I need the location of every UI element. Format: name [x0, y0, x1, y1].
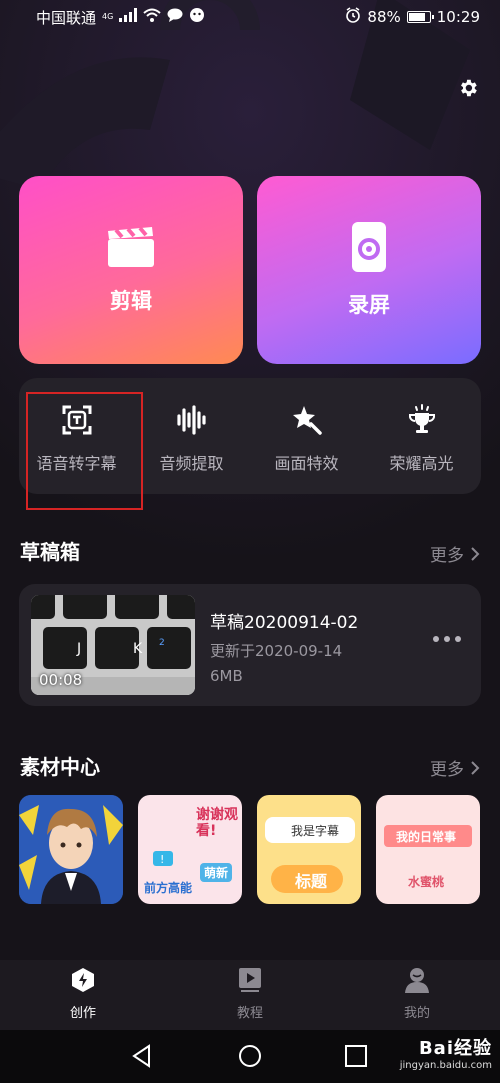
- nav-tutorial[interactable]: 教程: [190, 960, 310, 1030]
- app-notification-icon: [189, 7, 205, 27]
- watermark: Bai经验 jingyan.baidu.com: [400, 1034, 492, 1071]
- alarm-icon: [345, 7, 361, 27]
- home-icon[interactable]: [238, 1044, 262, 1068]
- clapperboard-icon: [108, 226, 154, 267]
- material-text-peach: 水蜜桃: [408, 875, 445, 889]
- carrier-label: 中国联通: [36, 8, 97, 27]
- draft-duration: 00:08: [39, 671, 83, 689]
- material-text-newbie: 萌新: [200, 863, 233, 882]
- edit-card-button[interactable]: 剪辑: [19, 176, 243, 364]
- tool-audio-extract[interactable]: 音频提取: [134, 378, 249, 494]
- gear-icon: [461, 79, 477, 97]
- material-item-peach[interactable]: 我的日常事 水蜜桃: [376, 795, 480, 904]
- profile-person-icon: [405, 968, 429, 993]
- watermark-url: jingyan.baidu.com: [399, 1060, 492, 1071]
- material-text-daily: 我的日常事: [396, 830, 457, 844]
- draft-size: 6MB: [210, 667, 243, 685]
- battery-percent: 88%: [367, 8, 401, 26]
- audio-wave-icon: [176, 405, 206, 435]
- key-label: J: [76, 641, 81, 657]
- material-item-anime[interactable]: [19, 795, 123, 904]
- nav-profile[interactable]: 我的: [357, 960, 477, 1030]
- draft-name: 草稿20200914-02: [210, 613, 359, 633]
- recent-apps-icon[interactable]: [345, 1045, 367, 1067]
- screen-record-card-label: 录屏: [348, 293, 390, 317]
- status-bar: 中国联通 4G 88% 10:29: [0, 0, 500, 34]
- materials-more-link[interactable]: 更多: [430, 755, 480, 780]
- drafts-more-link[interactable]: 更多: [430, 541, 480, 566]
- tool-label: 荣耀高光: [389, 454, 454, 473]
- tool-honor-highlight[interactable]: 荣耀高光: [364, 378, 479, 494]
- material-text-thanks: 谢谢观看!: [196, 807, 238, 839]
- chevron-right-icon: [471, 546, 480, 561]
- nav-label: 我的: [403, 1006, 430, 1021]
- more-label: 更多: [430, 546, 464, 566]
- more-label: 更多: [430, 760, 464, 780]
- tool-visual-effects[interactable]: 画面特效: [249, 378, 364, 494]
- tutorial-play-icon: [239, 968, 261, 992]
- wifi-icon: [143, 8, 161, 26]
- anime-character-image: [19, 795, 123, 904]
- nav-label: 教程: [236, 1006, 263, 1021]
- materials-title: 素材中心: [20, 755, 100, 779]
- chevron-right-icon: [471, 760, 480, 775]
- draft-thumbnail: J K 2 00:08: [31, 595, 195, 695]
- key-label: K: [133, 641, 143, 657]
- battery-icon: [406, 11, 434, 23]
- draft-updated-date: 更新于2020-09-14: [210, 642, 343, 660]
- magic-star-icon: [292, 406, 322, 435]
- material-text-title: 标题: [295, 872, 328, 891]
- settings-button[interactable]: [452, 72, 484, 104]
- draft-item[interactable]: J K 2 00:08 草稿20200914-02 更新于2020-09-14 …: [19, 584, 481, 706]
- material-text-subtitle: 我是字幕: [291, 824, 340, 838]
- signal-icon: [119, 8, 138, 26]
- tv-icon: !: [153, 851, 173, 866]
- edit-card-label: 剪辑: [110, 289, 152, 313]
- drafts-title: 草稿箱: [20, 540, 80, 564]
- tool-label: 音频提取: [159, 454, 224, 473]
- svg-text:!: !: [160, 853, 164, 866]
- create-bolt-icon: [72, 968, 94, 992]
- back-icon[interactable]: [130, 1044, 154, 1068]
- trophy-icon: [408, 404, 435, 433]
- network-type-label: 4G: [102, 12, 114, 21]
- material-item-ahead-energy[interactable]: 谢谢观看! ! 前方高能 萌新: [138, 795, 242, 904]
- bottom-navigation: 创作 教程 我的: [0, 960, 500, 1030]
- watermark-text: Bai经验: [418, 1038, 492, 1059]
- screen-record-card-button[interactable]: 录屏: [257, 176, 481, 364]
- more-options-icon[interactable]: [433, 636, 461, 642]
- tool-label: 画面特效: [274, 454, 339, 473]
- key-label: 2: [159, 638, 165, 648]
- phone-record-icon: [352, 222, 386, 272]
- nav-label: 创作: [69, 1006, 96, 1021]
- clock: 10:29: [436, 8, 480, 26]
- message-icon: [167, 8, 183, 26]
- material-item-title[interactable]: 我是字幕 标题: [257, 795, 361, 904]
- nav-create[interactable]: 创作: [23, 960, 143, 1030]
- highlight-box: [26, 392, 143, 510]
- material-text-ahead: 前方高能: [144, 881, 193, 895]
